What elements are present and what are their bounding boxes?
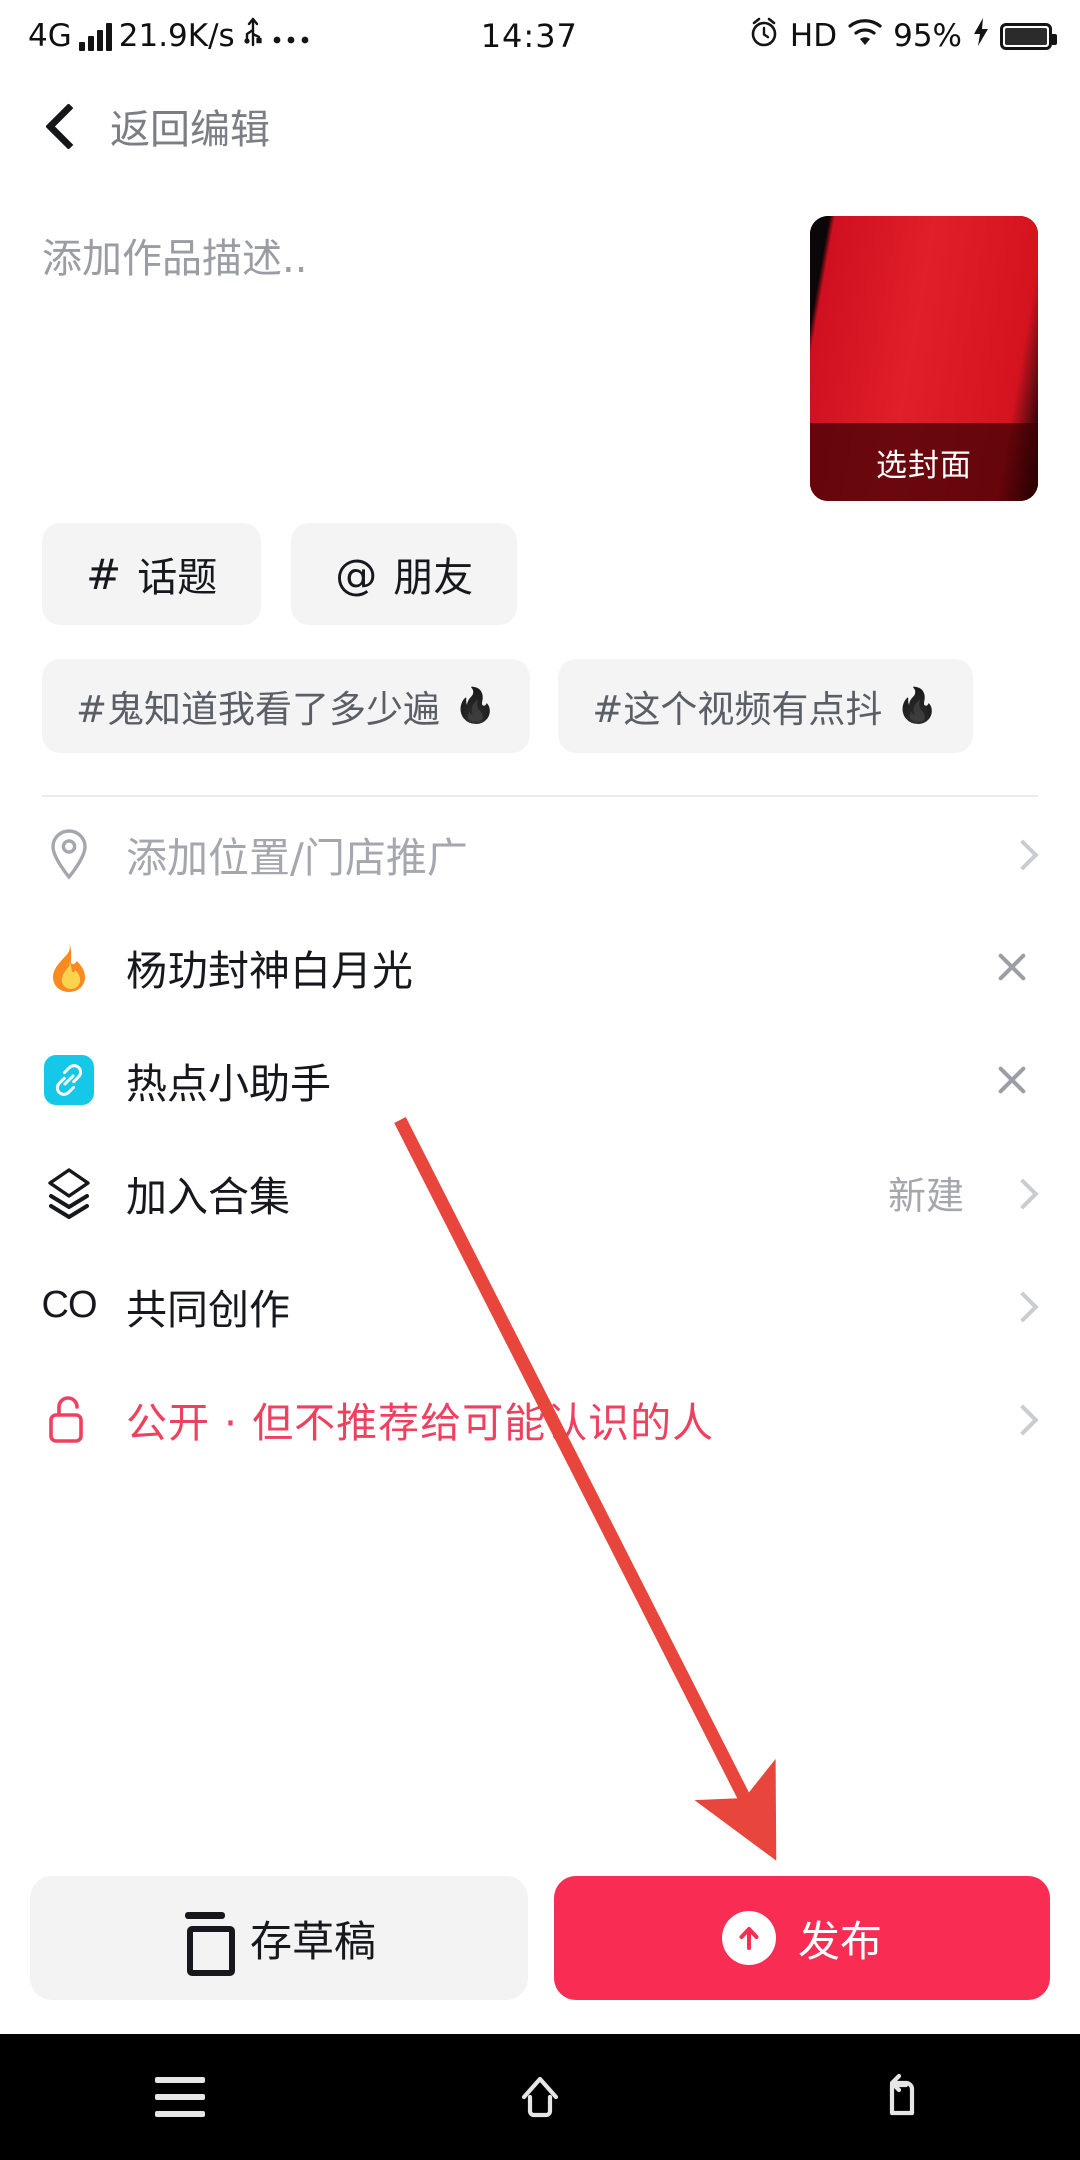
signal-strength-icon xyxy=(78,21,112,51)
suggested-tag-label: #这个视频有点抖 xyxy=(592,688,883,731)
row-label: 加入合集 xyxy=(126,1172,290,1221)
battery-percent-label: 95% xyxy=(893,18,962,54)
row-add-location[interactable]: 添加位置/门店推广 xyxy=(42,797,1038,910)
ellipsis-icon xyxy=(271,19,311,54)
close-icon[interactable] xyxy=(990,1058,1034,1102)
wifi-icon xyxy=(847,17,883,55)
publish-screen: 4G 21.9K/s 14:37 HD 95% 返回编辑 添加作品描述.. 选封… xyxy=(0,0,1080,2160)
usb-icon xyxy=(242,16,264,56)
flex-spacer xyxy=(0,1475,1080,1876)
arrow-up-circle-icon xyxy=(721,1911,776,1965)
alarm-icon xyxy=(748,16,780,56)
row-label: 添加位置/门店推广 xyxy=(126,833,468,882)
description-section: 添加作品描述.. 选封面 xyxy=(0,180,1080,501)
bolt-icon xyxy=(972,17,990,55)
chevron-right-icon[interactable] xyxy=(1012,844,1032,864)
hd-label: HD xyxy=(789,18,838,54)
flame-icon: 🔥 xyxy=(896,686,939,726)
location-pin-icon xyxy=(42,827,96,881)
layers-icon xyxy=(42,1166,96,1220)
battery-icon xyxy=(1000,22,1057,50)
network-speed-label: 21.9K/s xyxy=(118,18,235,54)
back-arrow-icon[interactable] xyxy=(868,2065,932,2129)
bottom-action-bar: 存草稿 发布 xyxy=(0,1876,1080,2034)
menu-icon[interactable] xyxy=(148,2065,212,2129)
row-hot-topic[interactable]: 杨玏封神白月光 xyxy=(42,910,1038,1023)
chevron-right-icon[interactable] xyxy=(1012,1183,1032,1203)
save-draft-button[interactable]: 存草稿 xyxy=(30,1876,528,2000)
publish-button[interactable]: 发布 xyxy=(554,1876,1050,2000)
options-list: 添加位置/门店推广 杨玏封神白月光 热点小助手 加入合集 新建 CO 共同创作 … xyxy=(0,797,1080,1475)
status-bar-center: 14:37 xyxy=(311,17,748,55)
friend-chip[interactable]: @ 朋友 xyxy=(291,523,518,625)
suggested-tag-list[interactable]: #鬼知道我看了多少遍 🔥 #这个视频有点抖 🔥 xyxy=(0,625,1080,753)
cover-thumbnail[interactable]: 选封面 xyxy=(810,216,1038,501)
description-input[interactable]: 添加作品描述.. xyxy=(42,216,790,501)
row-label: 热点小助手 xyxy=(126,1059,331,1108)
row-join-collection[interactable]: 加入合集 新建 xyxy=(42,1136,1038,1249)
row-label: 共同创作 xyxy=(126,1285,290,1334)
chevron-right-icon[interactable] xyxy=(1012,1409,1032,1429)
quick-insert-chips: # 话题 @ 朋友 xyxy=(0,501,1080,625)
save-draft-label: 存草稿 xyxy=(249,1916,376,1966)
row-co-create[interactable]: CO 共同创作 xyxy=(42,1249,1038,1362)
suggested-tag-item[interactable]: #这个视频有点抖 🔥 xyxy=(558,659,973,753)
row-value: 新建 xyxy=(887,1174,964,1218)
flame-icon: 🔥 xyxy=(454,686,497,726)
chevron-left-icon[interactable] xyxy=(42,106,82,146)
page-header: 返回编辑 xyxy=(0,72,1080,180)
suggested-tag-item[interactable]: #鬼知道我看了多少遍 🔥 xyxy=(42,659,531,753)
friend-chip-label: 朋友 xyxy=(393,555,474,601)
close-icon[interactable] xyxy=(990,945,1034,989)
cover-select-label[interactable]: 选封面 xyxy=(810,423,1038,501)
topic-chip[interactable]: # 话题 xyxy=(42,523,262,625)
page-title[interactable]: 返回编辑 xyxy=(110,97,270,155)
row-label: 公开 · 但不推荐给可能认识的人 xyxy=(126,1398,715,1447)
publish-label: 发布 xyxy=(797,1916,882,1966)
status-bar: 4G 21.9K/s 14:37 HD 95% xyxy=(0,0,1080,72)
suggested-tag-label: #鬼知道我看了多少遍 xyxy=(76,688,441,731)
row-hotspot-assistant[interactable]: 热点小助手 xyxy=(42,1023,1038,1136)
network-type-label: 4G xyxy=(28,18,72,54)
status-bar-right: HD 95% xyxy=(748,16,1057,56)
android-navigation-bar xyxy=(0,2034,1080,2160)
co-create-icon: CO xyxy=(41,1284,98,1326)
clock-label: 14:37 xyxy=(480,17,578,55)
flame-icon xyxy=(42,940,96,994)
row-label: 杨玏封神白月光 xyxy=(126,946,413,995)
unlock-icon xyxy=(42,1392,96,1446)
row-privacy[interactable]: 公开 · 但不推荐给可能认识的人 xyxy=(42,1362,1038,1475)
hash-icon: # xyxy=(86,549,122,599)
draft-box-icon xyxy=(182,1912,235,1976)
topic-chip-label: 话题 xyxy=(137,555,218,601)
at-icon: @ xyxy=(335,549,378,599)
chevron-right-icon[interactable] xyxy=(1012,1296,1032,1316)
status-bar-left: 4G 21.9K/s xyxy=(28,16,311,56)
hotspot-assistant-icon xyxy=(42,1053,96,1107)
home-icon[interactable] xyxy=(508,2065,572,2129)
